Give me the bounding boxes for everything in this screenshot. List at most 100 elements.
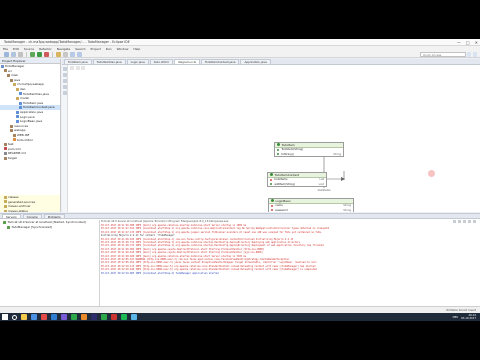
editor-tab[interactable]: Logic.java xyxy=(126,59,149,64)
taskbar-app-icon[interactable] xyxy=(111,314,117,320)
menu-item[interactable]: Source xyxy=(24,47,34,51)
language-indicator[interactable]: DEU xyxy=(453,316,459,319)
uml-class-title: LoginBean xyxy=(275,198,291,203)
editor-tab[interactable]: TodoItem.java xyxy=(64,59,92,64)
taskbar-app-icon[interactable] xyxy=(91,314,97,320)
tree-item[interactable]: maven-status xyxy=(0,208,60,212)
window-controls: — □ ✕ xyxy=(457,40,478,45)
open-type-icon[interactable] xyxy=(56,51,61,57)
project-tree: TodoManager src main java ch.ma3pq.webapp dao… xyxy=(0,64,60,160)
member-visibility-icon xyxy=(277,153,280,156)
uml-member-type: void xyxy=(318,182,325,186)
member-visibility-icon xyxy=(277,148,280,152)
new-icon[interactable] xyxy=(4,51,9,57)
search-icon[interactable] xyxy=(63,51,68,57)
taskbar-app-icon[interactable] xyxy=(21,314,27,320)
uml-member-name: addItem(String) xyxy=(274,182,295,186)
uml-class-loginbean[interactable]: LoginBean nameStringpasswordStringLoginB… xyxy=(268,198,354,212)
menu-item[interactable]: Search xyxy=(75,47,85,51)
server-item[interactable]: TodoManager [Synchronized] xyxy=(0,225,99,230)
tree-node-icon xyxy=(4,147,7,151)
tree-item[interactable]: target xyxy=(0,156,60,161)
editor-tab[interactable]: TodoItemDao.java xyxy=(92,59,126,64)
tree-node-icon xyxy=(16,87,19,91)
terminate-icon[interactable] xyxy=(453,220,457,224)
uml-class-title: TodoItem xyxy=(281,142,295,147)
debug-icon[interactable] xyxy=(30,51,35,57)
taskbar-app-icon[interactable] xyxy=(51,314,57,320)
taskbar-app-icon[interactable] xyxy=(131,314,137,320)
uml-diagram-canvas[interactable]: TodoItem TodoItem(String) toString() Strin… xyxy=(62,65,480,212)
tree-node-icon xyxy=(7,73,10,77)
open-console-icon[interactable] xyxy=(472,220,476,224)
perspective-jee-icon[interactable] xyxy=(473,52,477,57)
clear-console-icon[interactable] xyxy=(457,220,462,224)
uml-class-title: TodoItemContext xyxy=(274,172,300,177)
taskbar-app-icon[interactable] xyxy=(121,314,127,320)
clock[interactable]: 20:12 03.10.2017 xyxy=(461,314,476,320)
tree-node-icon xyxy=(16,115,19,119)
menu-item[interactable]: Refactor xyxy=(39,47,52,51)
window-title: TodoManager - ch.ma3pq.webapp/TodoManage… xyxy=(4,40,130,44)
maximize-button[interactable]: □ xyxy=(466,40,470,45)
taskbar-app-icon[interactable] xyxy=(61,314,67,320)
perspective-java-icon[interactable] xyxy=(467,52,471,57)
taskbar-app-icon[interactable] xyxy=(31,314,37,320)
console-toolbar xyxy=(453,220,476,224)
menu-item[interactable]: Project xyxy=(91,47,101,51)
menu-item[interactable]: File xyxy=(3,47,8,51)
taskbar-app-icon[interactable] xyxy=(81,314,87,320)
close-button[interactable]: ✕ xyxy=(475,40,478,45)
minimize-button[interactable]: — xyxy=(457,40,461,45)
print-icon[interactable] xyxy=(18,51,23,57)
menu-item[interactable]: Navigate xyxy=(57,47,70,51)
status-bar: Writable Smart Insert xyxy=(0,306,480,313)
uml-member[interactable]: toString() String xyxy=(275,152,343,156)
tree-node-icon xyxy=(13,133,16,137)
uml-member-type: List xyxy=(319,178,324,182)
menu-item[interactable]: Help xyxy=(133,47,140,51)
menu-item[interactable]: Run xyxy=(106,47,112,51)
search-icon[interactable] xyxy=(12,314,17,320)
member-visibility-icon xyxy=(270,178,273,182)
pin-console-icon[interactable] xyxy=(467,220,472,224)
tree-item-label: todo.xhtml xyxy=(17,137,33,142)
windows-start-icon[interactable] xyxy=(2,314,8,320)
clock-date: 03.10.2017 xyxy=(461,317,476,320)
toolbar-divider xyxy=(26,51,27,57)
taskbar-app-icon[interactable] xyxy=(101,314,107,320)
menu-item[interactable]: Window xyxy=(117,47,129,51)
editor-tab[interactable]: TodoItemContext.java xyxy=(200,59,240,64)
console-output[interactable]: 03-Oct-2017 20:11:46.980 INFO [main] org… xyxy=(101,224,478,307)
editor-tab[interactable]: Application.java xyxy=(240,59,271,64)
bottom-tab[interactable]: Servers xyxy=(2,213,21,219)
tree-node-icon xyxy=(4,152,7,156)
save-icon[interactable] xyxy=(11,51,16,57)
association-label: -todoItems xyxy=(317,189,331,192)
scroll-lock-icon[interactable] xyxy=(462,220,467,224)
nav-forward-icon[interactable] xyxy=(77,51,82,57)
menu-item[interactable]: Edit xyxy=(13,47,19,51)
tree-node-icon xyxy=(19,101,22,105)
taskbar-app-icon[interactable] xyxy=(71,314,77,320)
arrow-head-icon xyxy=(341,177,345,181)
uml-class-todoitemcontext[interactable]: TodoItemContext todoItems List addItem(Str… xyxy=(267,172,327,188)
editor-tab[interactable]: todo.xhtml xyxy=(149,59,173,64)
quick-access-input[interactable]: Quick Access xyxy=(420,52,466,57)
editor-tab[interactable]: diagram.ucls xyxy=(173,59,200,64)
server-label: TodoManager [Synchronized] xyxy=(11,225,53,229)
run-icon[interactable] xyxy=(37,51,42,57)
servers-list: Tomcat v8.0 Server at localhost [Started… xyxy=(0,220,100,307)
taskbar-app-icon[interactable] xyxy=(41,314,47,320)
tree-node-icon xyxy=(16,119,19,123)
bottom-tab[interactable]: Console xyxy=(22,213,42,219)
uml-class-todoitem[interactable]: TodoItem TodoItem(String) toString() Strin… xyxy=(274,142,344,158)
uml-member-name: password xyxy=(275,208,288,212)
stop-icon[interactable] xyxy=(44,51,49,57)
uml-member-type: String xyxy=(343,208,351,212)
uml-member[interactable]: addItem(String) void xyxy=(268,182,326,186)
nav-back-icon[interactable] xyxy=(70,51,75,57)
tree-item-label: maven-status xyxy=(8,208,28,212)
bottom-tab[interactable]: Problems xyxy=(43,213,65,219)
tree-item-label: target xyxy=(8,155,17,160)
